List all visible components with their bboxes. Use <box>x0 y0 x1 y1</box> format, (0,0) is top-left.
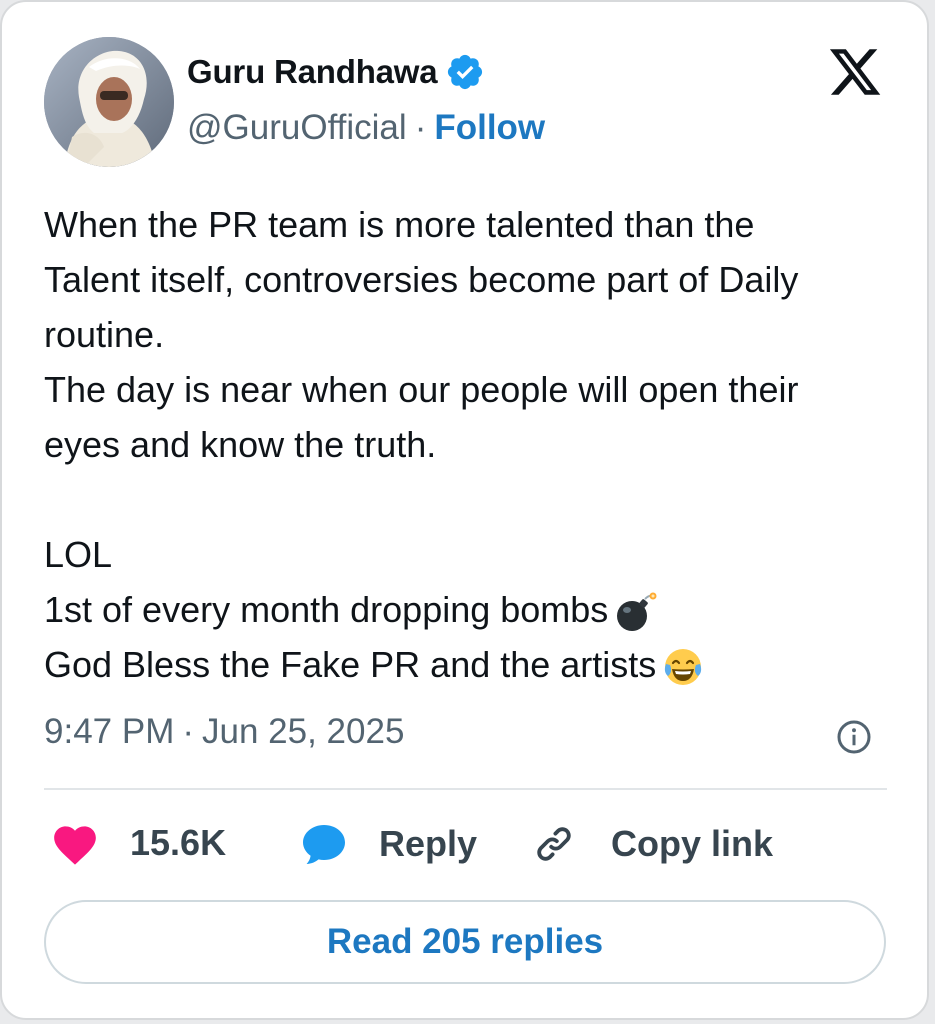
tweet-card: Guru Randhawa @GuruOfficial · Follow Whe… <box>0 0 929 1020</box>
info-icon[interactable] <box>836 719 872 755</box>
tweet-line: When the PR team is more talented than t… <box>44 204 755 245</box>
tweet-line: God Bless the Fake PR and the artists <box>44 637 914 692</box>
tweet-line: routine. <box>44 314 165 355</box>
speech-bubble-icon <box>303 825 345 864</box>
avatar[interactable] <box>44 37 174 167</box>
tweet-line: eyes and know the truth. <box>44 424 437 465</box>
read-replies-button[interactable]: Read 205 replies <box>44 900 886 984</box>
separator-dot: · <box>182 712 195 751</box>
tears-of-joy-emoji <box>665 649 702 686</box>
author-handle[interactable]: @GuruOfficial <box>187 108 407 148</box>
tweet-line: Talent itself, controversies become part… <box>44 259 799 300</box>
separator-dot: · <box>414 108 427 147</box>
like-button[interactable]: 15.6K <box>50 820 226 866</box>
reply-label: Reply <box>379 823 478 864</box>
author-name[interactable]: Guru Randhawa <box>187 53 438 91</box>
like-count: 15.6K <box>130 822 227 863</box>
tweet-line: The day is near when our people will ope… <box>44 369 799 410</box>
tweet-line-text: 1st of every month dropping bombs <box>44 589 609 630</box>
tweet-date: Jun 25, 2025 <box>202 712 405 751</box>
timestamp[interactable]: 9:47 PM · Jun 25, 2025 <box>44 712 404 752</box>
bomb-emoji <box>617 592 657 632</box>
copy-link-button[interactable]: Copy link <box>529 820 773 868</box>
author-row: Guru Randhawa <box>187 52 485 92</box>
tweet-text: When the PR team is more talented than t… <box>44 197 914 692</box>
verified-badge-icon <box>448 54 483 90</box>
copy-link-label: Copy link <box>611 823 774 864</box>
divider <box>44 788 887 790</box>
reply-button[interactable]: Reply <box>299 820 477 868</box>
follow-link[interactable]: Follow <box>434 108 545 148</box>
heart-icon <box>54 826 96 865</box>
avatar-image <box>44 37 174 167</box>
tweet-line: LOL <box>44 534 113 575</box>
handle-row: @GuruOfficial · Follow <box>187 108 545 148</box>
x-logo-icon[interactable] <box>826 44 884 100</box>
tweet-line: 1st of every month dropping bombs <box>44 582 914 637</box>
tweet-line-text: God Bless the Fake PR and the artists <box>44 644 657 685</box>
tweet-time: 9:47 PM <box>44 712 175 751</box>
link-icon <box>537 827 571 861</box>
